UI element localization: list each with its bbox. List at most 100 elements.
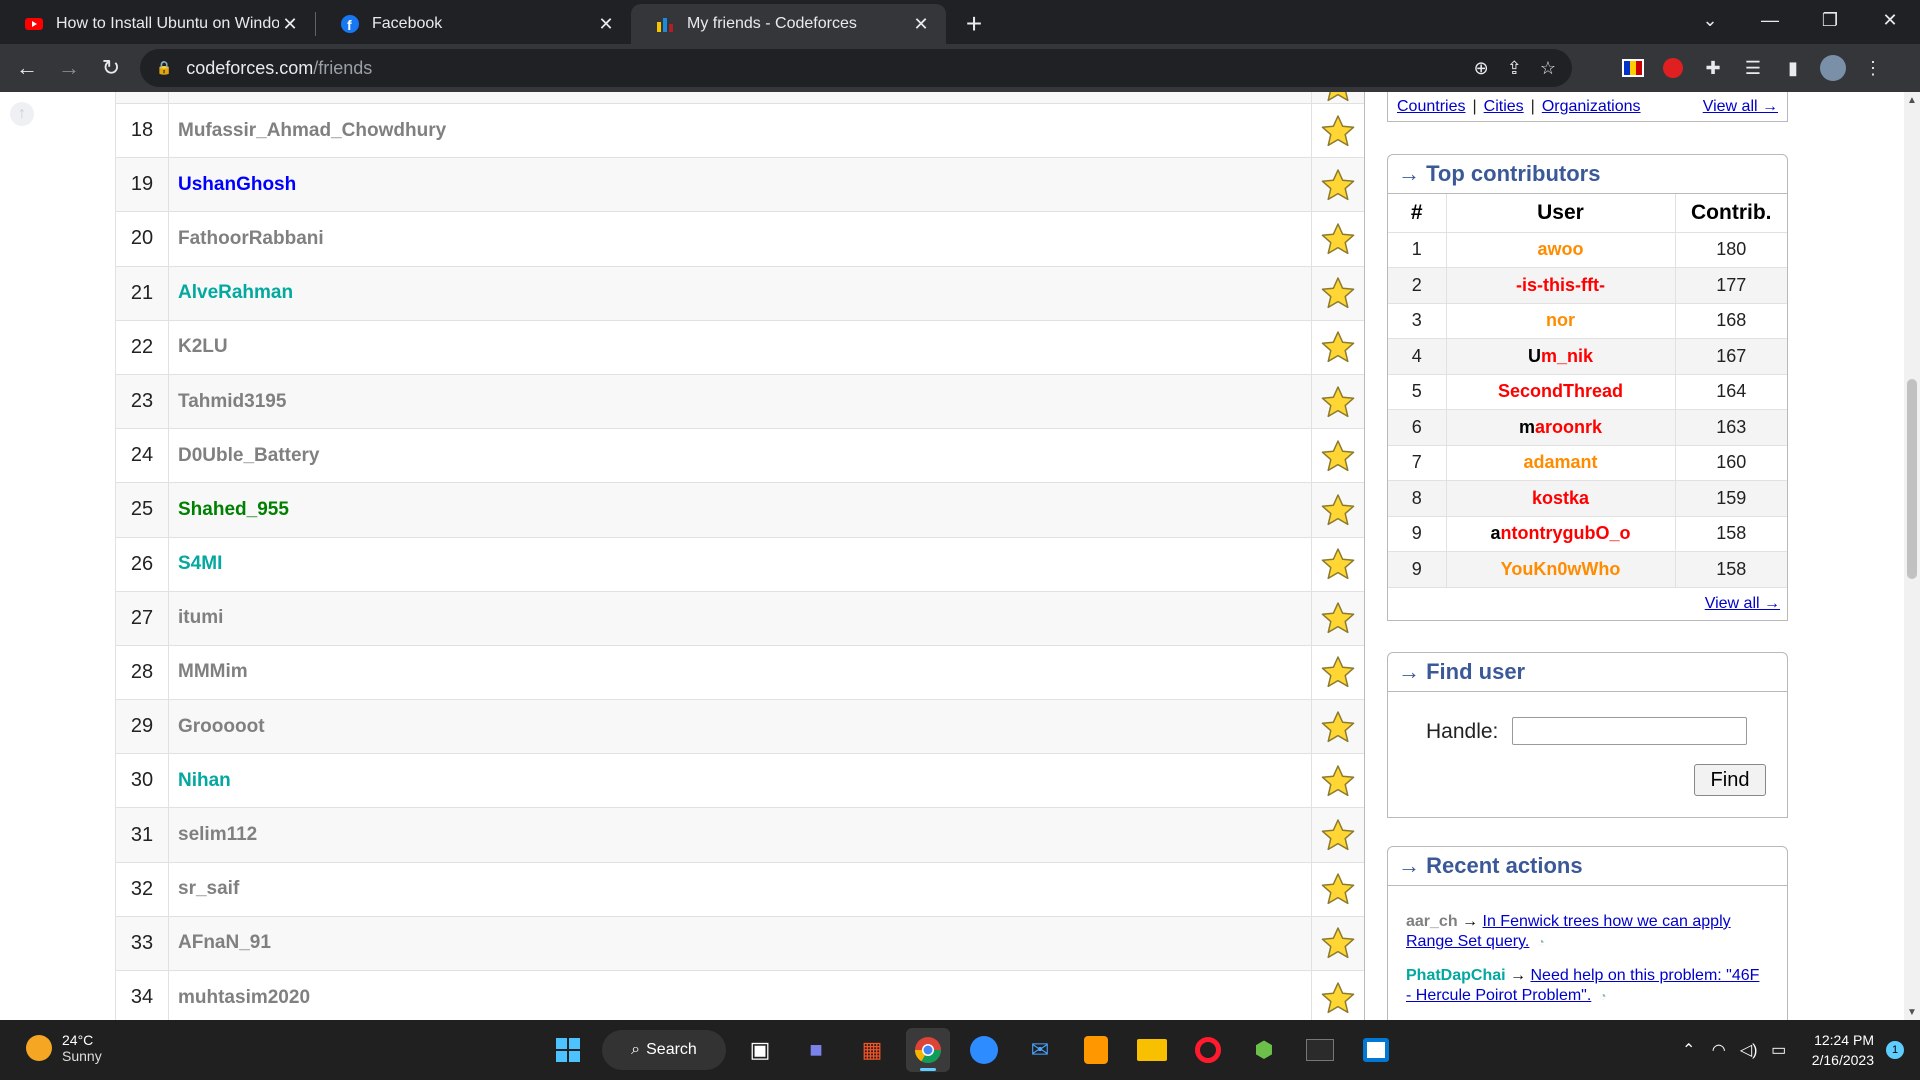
unfriend-star-button[interactable] bbox=[1312, 429, 1364, 482]
share-icon[interactable]: ⇪ bbox=[1507, 58, 1522, 79]
contributor-user[interactable]: YouKn0wWho bbox=[1446, 551, 1676, 588]
side-panel-icon[interactable]: ▮ bbox=[1780, 55, 1806, 81]
friend-handle[interactable]: Nihan bbox=[169, 754, 1312, 808]
zoom-app-icon[interactable] bbox=[962, 1028, 1006, 1072]
flag-extension-icon[interactable] bbox=[1620, 55, 1646, 81]
tab-youtube[interactable]: How to Install Ubuntu on Windo ✕ bbox=[0, 4, 315, 44]
tab-facebook[interactable]: f Facebook ✕ bbox=[316, 4, 631, 44]
unfriend-star-button[interactable] bbox=[1312, 483, 1364, 536]
page-scrollbar[interactable]: ▲ ▼ bbox=[1904, 92, 1920, 1020]
handle-input[interactable] bbox=[1512, 717, 1747, 745]
unfriend-star-button[interactable] bbox=[1312, 592, 1364, 645]
unfriend-star-button[interactable] bbox=[1312, 375, 1364, 428]
unfriend-star-button[interactable] bbox=[1312, 646, 1364, 699]
new-tab-button[interactable]: + bbox=[954, 4, 994, 44]
adblock-icon[interactable] bbox=[1660, 55, 1686, 81]
back-icon[interactable]: ← bbox=[6, 47, 48, 89]
chrome-icon[interactable] bbox=[906, 1028, 950, 1072]
view-all-contributors-link[interactable]: View all → bbox=[1705, 595, 1780, 613]
opera-icon[interactable] bbox=[1186, 1028, 1230, 1072]
unfriend-star-button[interactable] bbox=[1312, 321, 1364, 374]
organizations-link[interactable]: Organizations bbox=[1542, 98, 1641, 116]
teams-chat-icon[interactable]: ■ bbox=[794, 1028, 838, 1072]
friend-handle[interactable]: S4MI bbox=[169, 537, 1312, 591]
friend-handle[interactable]: Grooooot bbox=[169, 700, 1312, 754]
bookmark-star-icon[interactable]: ☆ bbox=[1540, 58, 1556, 79]
vpn-shield-icon[interactable]: ⬢ bbox=[1242, 1028, 1286, 1072]
friend-handle[interactable]: Tahmid3195 bbox=[169, 374, 1312, 429]
chevron-up-icon[interactable]: ⌃ bbox=[1674, 1040, 1704, 1060]
find-button[interactable]: Find bbox=[1694, 764, 1766, 796]
restore-button[interactable]: ❐ bbox=[1800, 0, 1860, 40]
friend-handle[interactable]: Mufassir_Ahmad_Chowdhury bbox=[169, 104, 1312, 158]
friend-handle[interactable]: itumi bbox=[169, 591, 1312, 645]
friend-handle[interactable]: Shahed_955 bbox=[169, 483, 1312, 537]
scroll-down-icon[interactable]: ▼ bbox=[1904, 1004, 1920, 1020]
volume-icon[interactable]: ◁) bbox=[1734, 1040, 1764, 1060]
scroll-up-icon[interactable]: ▲ bbox=[1904, 92, 1920, 108]
close-window-button[interactable]: ✕ bbox=[1860, 0, 1920, 40]
forward-icon[interactable]: → bbox=[48, 47, 90, 89]
minimize-button[interactable]: — bbox=[1740, 0, 1800, 40]
friend-handle[interactable]: UshanGhosh bbox=[169, 158, 1312, 212]
sublime-text-icon[interactable] bbox=[1074, 1028, 1118, 1072]
unfriend-star-button[interactable] bbox=[1312, 808, 1364, 861]
contributor-user[interactable]: adamant bbox=[1446, 445, 1676, 481]
contributor-user[interactable]: -is-this-fft- bbox=[1446, 267, 1676, 304]
close-tab-icon[interactable]: ✕ bbox=[910, 14, 932, 35]
unfriend-star-button[interactable] bbox=[1312, 538, 1364, 591]
contributor-user[interactable]: nor bbox=[1446, 303, 1676, 339]
close-tab-icon[interactable]: ✕ bbox=[595, 14, 617, 35]
profile-avatar[interactable] bbox=[1820, 55, 1846, 81]
cities-link[interactable]: Cities bbox=[1484, 98, 1524, 116]
unfriend-star-button[interactable] bbox=[1312, 92, 1364, 103]
taskbar-search-button[interactable]: ⌕ Search bbox=[602, 1030, 726, 1070]
friend-handle[interactable]: MMMim bbox=[169, 645, 1312, 700]
start-windows-icon[interactable] bbox=[546, 1028, 590, 1072]
unfriend-star-button[interactable] bbox=[1312, 754, 1364, 807]
battery-icon[interactable]: ▭ bbox=[1764, 1040, 1794, 1060]
store-bag-icon[interactable] bbox=[1354, 1028, 1398, 1072]
microsoft-store-icon[interactable]: ▦ bbox=[850, 1028, 894, 1072]
zoom-icon[interactable]: ⊕ bbox=[1474, 58, 1489, 79]
contributor-user[interactable]: antontrygubO_o bbox=[1446, 516, 1676, 552]
unfriend-star-button[interactable] bbox=[1312, 212, 1364, 265]
mail-icon[interactable]: ✉ bbox=[1018, 1028, 1062, 1072]
reload-icon[interactable]: ↻ bbox=[90, 47, 132, 89]
scroll-to-top-icon[interactable]: ↑ bbox=[10, 102, 34, 126]
unfriend-star-button[interactable] bbox=[1312, 104, 1364, 157]
extensions-puzzle-icon[interactable]: ✚ bbox=[1700, 55, 1726, 81]
contributor-user[interactable]: awoo bbox=[1446, 232, 1676, 268]
unfriend-star-button[interactable] bbox=[1312, 971, 1364, 1020]
wifi-icon[interactable]: ◠ bbox=[1704, 1040, 1734, 1060]
unfriend-star-button[interactable] bbox=[1312, 158, 1364, 211]
weather-widget[interactable]: 24°C Sunny bbox=[26, 1032, 102, 1064]
friend-handle[interactable]: AlveRahman bbox=[169, 266, 1312, 320]
close-tab-icon[interactable]: ✕ bbox=[279, 14, 301, 35]
scrollbar-thumb[interactable] bbox=[1907, 379, 1917, 579]
file-explorer-icon[interactable] bbox=[1130, 1028, 1174, 1072]
friend-handle[interactable]: sr_saif bbox=[169, 862, 1312, 916]
friend-handle[interactable]: D0Uble_Battery bbox=[169, 429, 1312, 483]
task-view-icon[interactable]: ▣ bbox=[738, 1028, 782, 1072]
unfriend-star-button[interactable] bbox=[1312, 700, 1364, 753]
notification-badge[interactable]: 1 bbox=[1886, 1041, 1904, 1059]
action-author[interactable]: PhatDapChai bbox=[1406, 967, 1506, 984]
tab-search-icon[interactable]: ⌄ bbox=[1680, 0, 1740, 40]
lock-icon[interactable]: 🔒 bbox=[156, 60, 172, 76]
contributor-user[interactable]: SecondThread bbox=[1446, 374, 1676, 410]
unfriend-star-button[interactable] bbox=[1312, 917, 1364, 970]
url-text[interactable]: codeforces.com/friends bbox=[186, 58, 372, 79]
contributor-user[interactable]: maroonrk bbox=[1446, 409, 1676, 446]
friend-handle[interactable]: muhtasim2020 bbox=[169, 971, 1312, 1020]
action-author[interactable]: aar_ch bbox=[1406, 913, 1458, 930]
contributor-user[interactable]: kostka bbox=[1446, 480, 1676, 517]
friend-handle[interactable]: selim112 bbox=[169, 808, 1312, 862]
reading-list-icon[interactable]: ☰ bbox=[1740, 55, 1766, 81]
countries-link[interactable]: Countries bbox=[1397, 98, 1465, 116]
menu-kebab-icon[interactable]: ⋮ bbox=[1860, 55, 1886, 81]
friend-handle[interactable]: K2LU bbox=[169, 320, 1312, 374]
unfriend-star-button[interactable] bbox=[1312, 863, 1364, 916]
contributor-user[interactable]: Um_nik bbox=[1446, 338, 1676, 375]
view-all-ratings-link[interactable]: View all → bbox=[1703, 98, 1778, 116]
